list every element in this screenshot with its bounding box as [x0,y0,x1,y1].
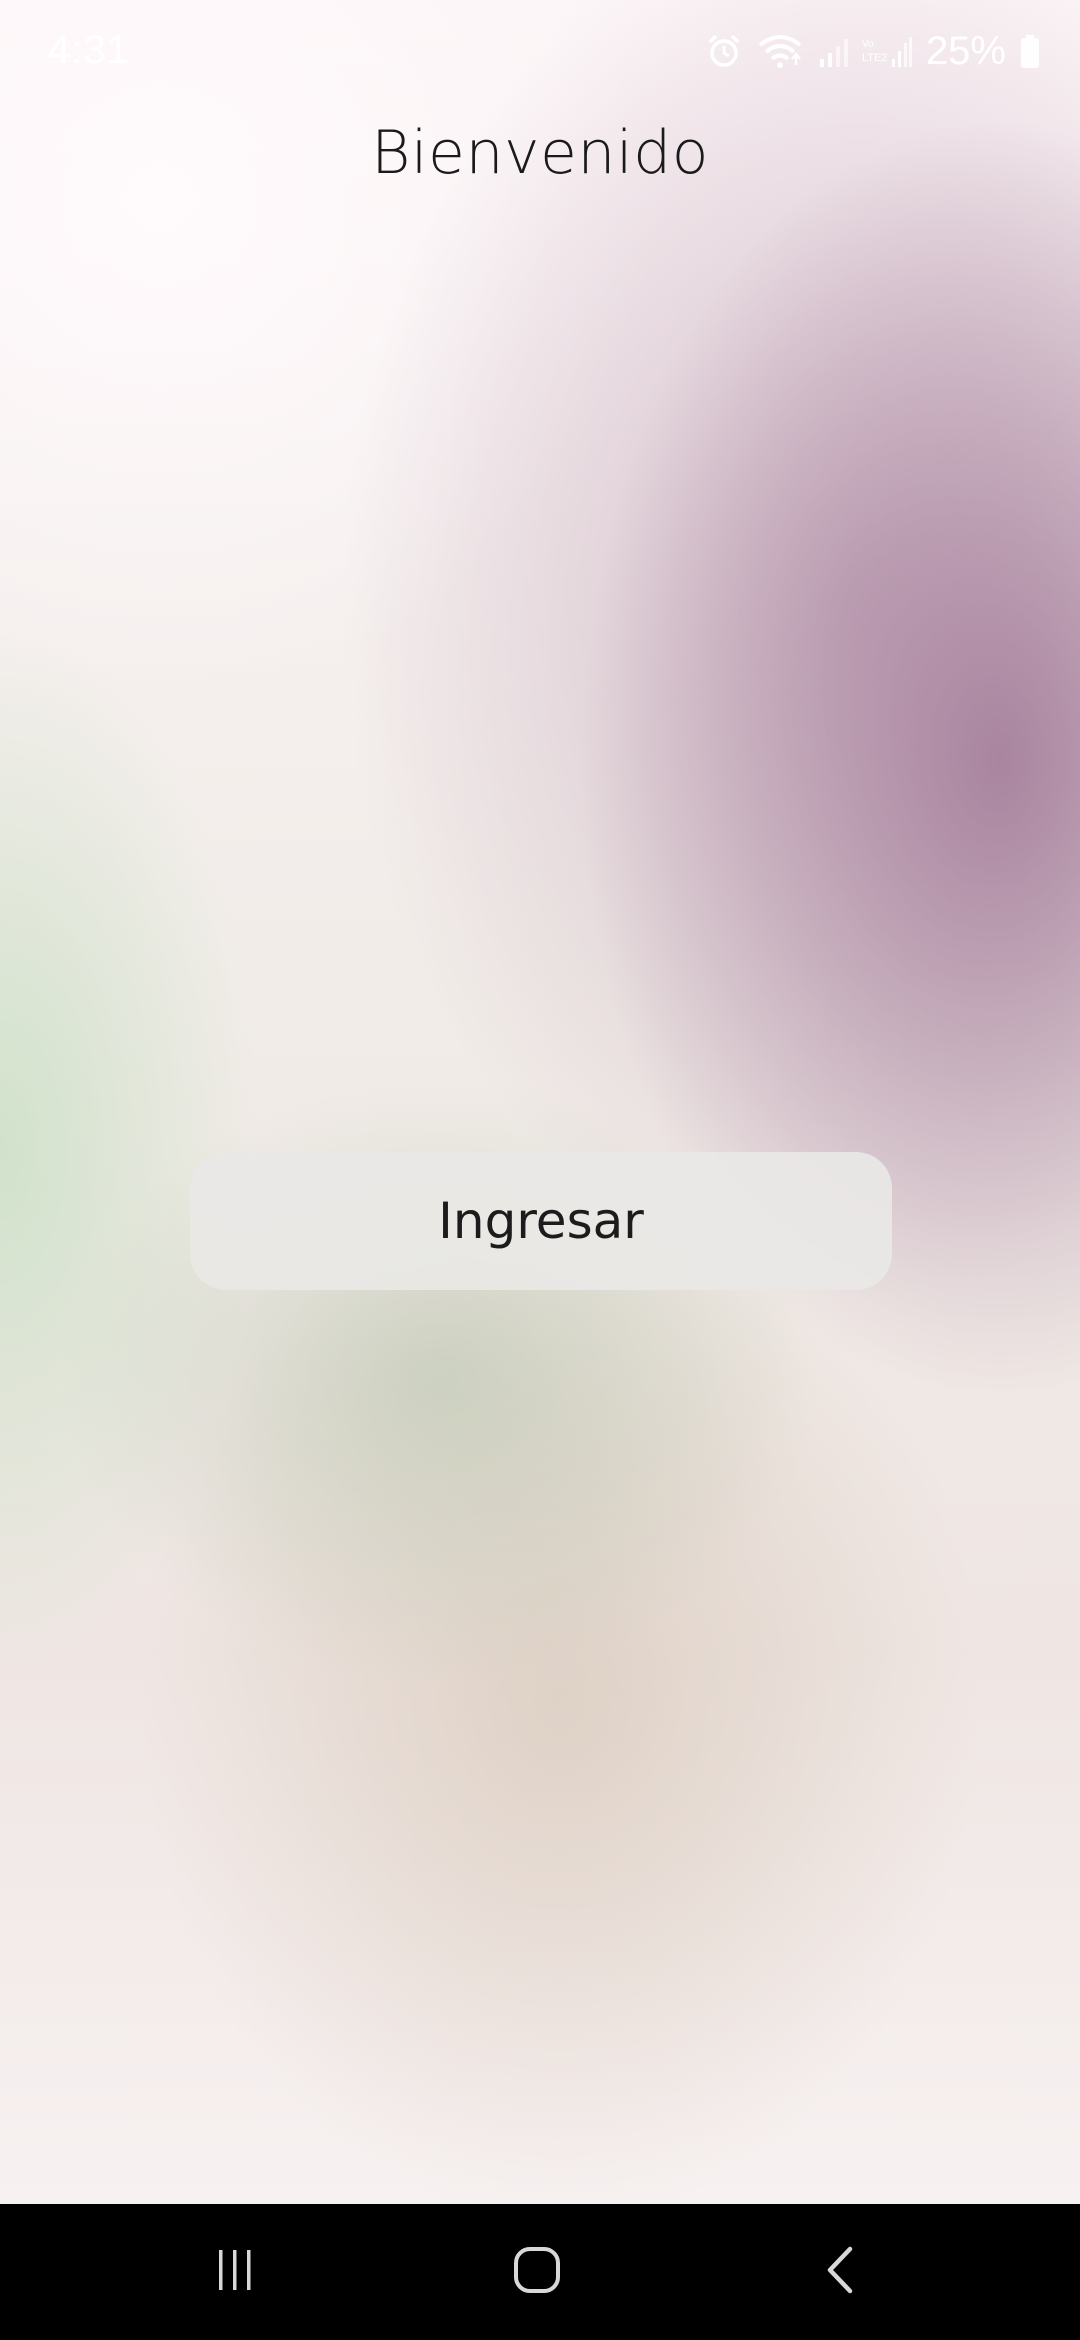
battery-icon [1020,33,1040,69]
welcome-screen: 4:31 Vo LTE2 25% Bienvenido Ingresar [0,0,1080,2340]
battery-percent: 25% [925,28,1006,73]
status-bar: 4:31 Vo LTE2 25% [0,0,1080,100]
back-button[interactable] [790,2232,890,2312]
enter-button[interactable]: Ingresar [190,1152,892,1290]
status-time: 4:31 [48,28,130,72]
recents-icon [213,2248,257,2297]
status-icons: Vo LTE2 25% [706,26,1040,76]
wifi-icon [756,33,804,69]
alarm-icon [706,33,742,69]
signal-icon [818,33,848,69]
home-button[interactable] [487,2232,587,2312]
enter-button-label: Ingresar [438,1192,644,1250]
page-title: Bienvenido [371,118,709,188]
home-icon [513,2246,561,2299]
recents-button[interactable] [185,2232,285,2312]
gradient-background [0,0,1080,2204]
svg-text:LTE2: LTE2 [862,52,887,64]
navigation-bar [0,2204,1080,2340]
lte-signal-icon: Vo LTE2 [862,33,912,69]
svg-text:Vo: Vo [862,39,874,50]
back-icon [820,2246,860,2299]
